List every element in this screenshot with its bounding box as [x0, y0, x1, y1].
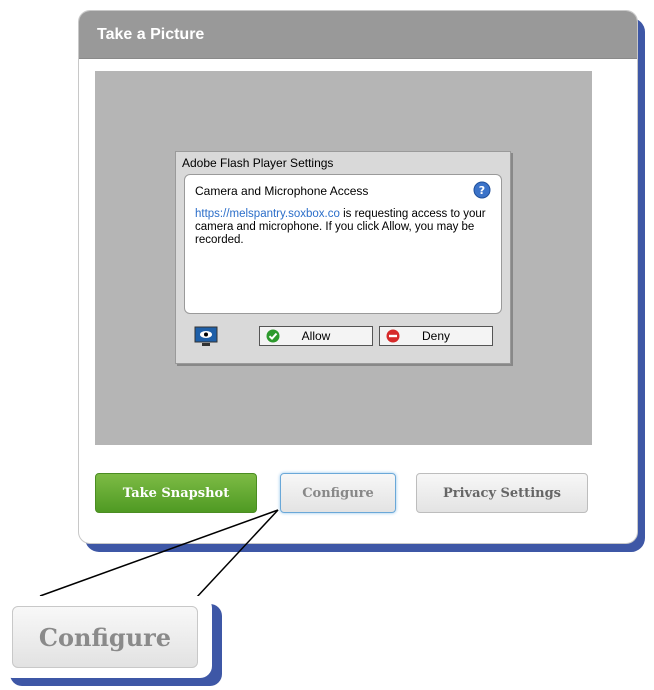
requesting-site-link[interactable]: https://melspantry.soxbox.co — [195, 208, 340, 220]
camera-settings-icon[interactable] — [194, 326, 218, 348]
take-snapshot-button[interactable]: Take Snapshot — [95, 473, 257, 513]
checkmark-icon — [266, 329, 280, 343]
flash-dialog-message: https://melspantry.soxbox.co is requesti… — [195, 208, 491, 247]
allow-button[interactable]: Allow — [259, 326, 373, 346]
flash-dialog-footer: Allow Deny — [176, 322, 510, 358]
camera-preview-area: Adobe Flash Player Settings Camera and M… — [95, 71, 592, 445]
allow-label: Allow — [301, 329, 331, 343]
flash-dialog-title: Adobe Flash Player Settings — [182, 156, 334, 170]
zoom-callout: Configure — [0, 596, 212, 678]
privacy-settings-button[interactable]: Privacy Settings — [416, 473, 588, 513]
flash-dialog-heading: Camera and Microphone Access — [195, 184, 369, 198]
deny-button[interactable]: Deny — [379, 326, 493, 346]
help-icon[interactable]: ? — [473, 181, 491, 199]
configure-button[interactable]: Configure — [280, 473, 396, 513]
zoomed-configure-button: Configure — [12, 606, 198, 668]
take-picture-panel: Take a Picture Adobe Flash Player Settin… — [78, 10, 638, 544]
flash-dialog-body: Camera and Microphone Access ? https://m… — [184, 174, 502, 314]
deny-icon — [386, 329, 400, 343]
panel-title: Take a Picture — [79, 11, 637, 59]
flash-settings-dialog: Adobe Flash Player Settings Camera and M… — [175, 151, 511, 364]
deny-label: Deny — [421, 329, 450, 343]
svg-text:?: ? — [479, 184, 485, 197]
